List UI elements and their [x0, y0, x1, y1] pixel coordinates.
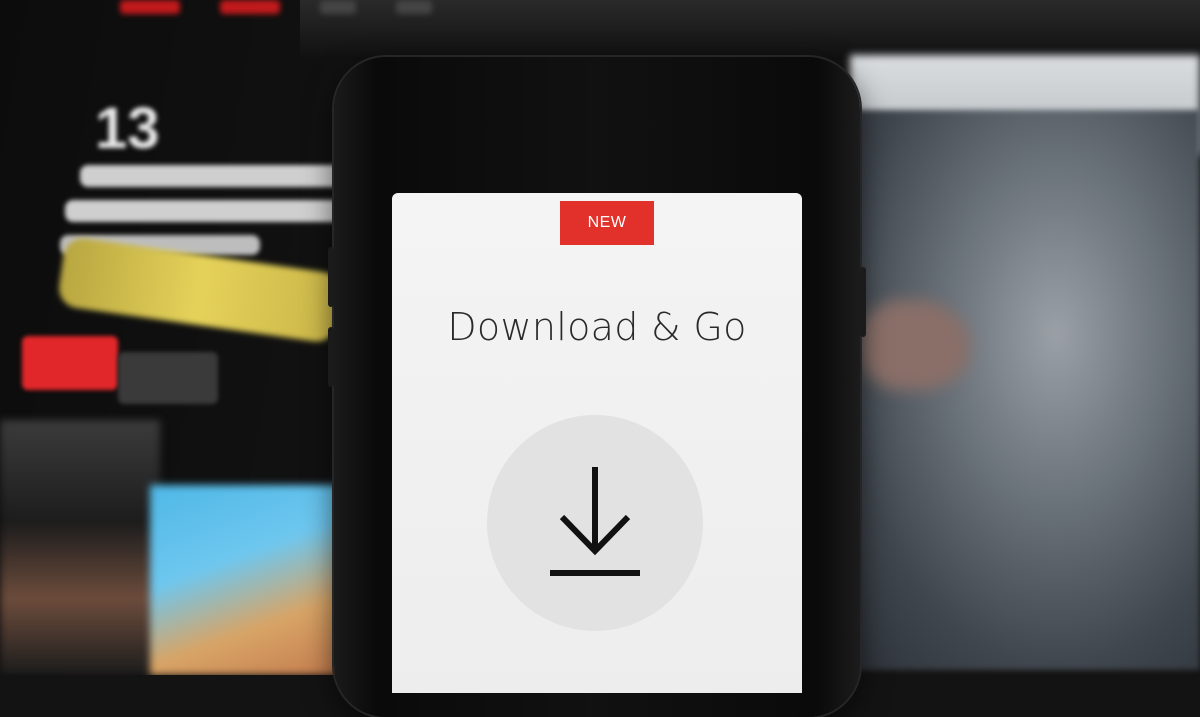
download-button[interactable] [487, 415, 703, 631]
blurred-hand [860, 300, 970, 390]
blurred-text-line [80, 165, 350, 187]
download-icon [550, 467, 640, 576]
phone-volume-button [328, 247, 334, 307]
blurred-info-button [118, 352, 218, 404]
blurred-thumbnail [0, 420, 160, 675]
phone-power-button [860, 267, 866, 337]
new-badge: NEW [560, 201, 654, 245]
blurred-play-button [22, 336, 118, 390]
laptop-bezel [300, 0, 1200, 60]
blurred-text-line [65, 200, 355, 222]
phone-volume-button [328, 327, 334, 387]
blurred-video-frame [840, 110, 1200, 670]
blurred-count: 13 [95, 96, 160, 161]
blurred-nav [120, 0, 432, 14]
screen-heading: Download & Go [447, 305, 747, 349]
phone-screen: NEW Download & Go [392, 193, 802, 693]
blurred-thumbnail [150, 485, 340, 675]
